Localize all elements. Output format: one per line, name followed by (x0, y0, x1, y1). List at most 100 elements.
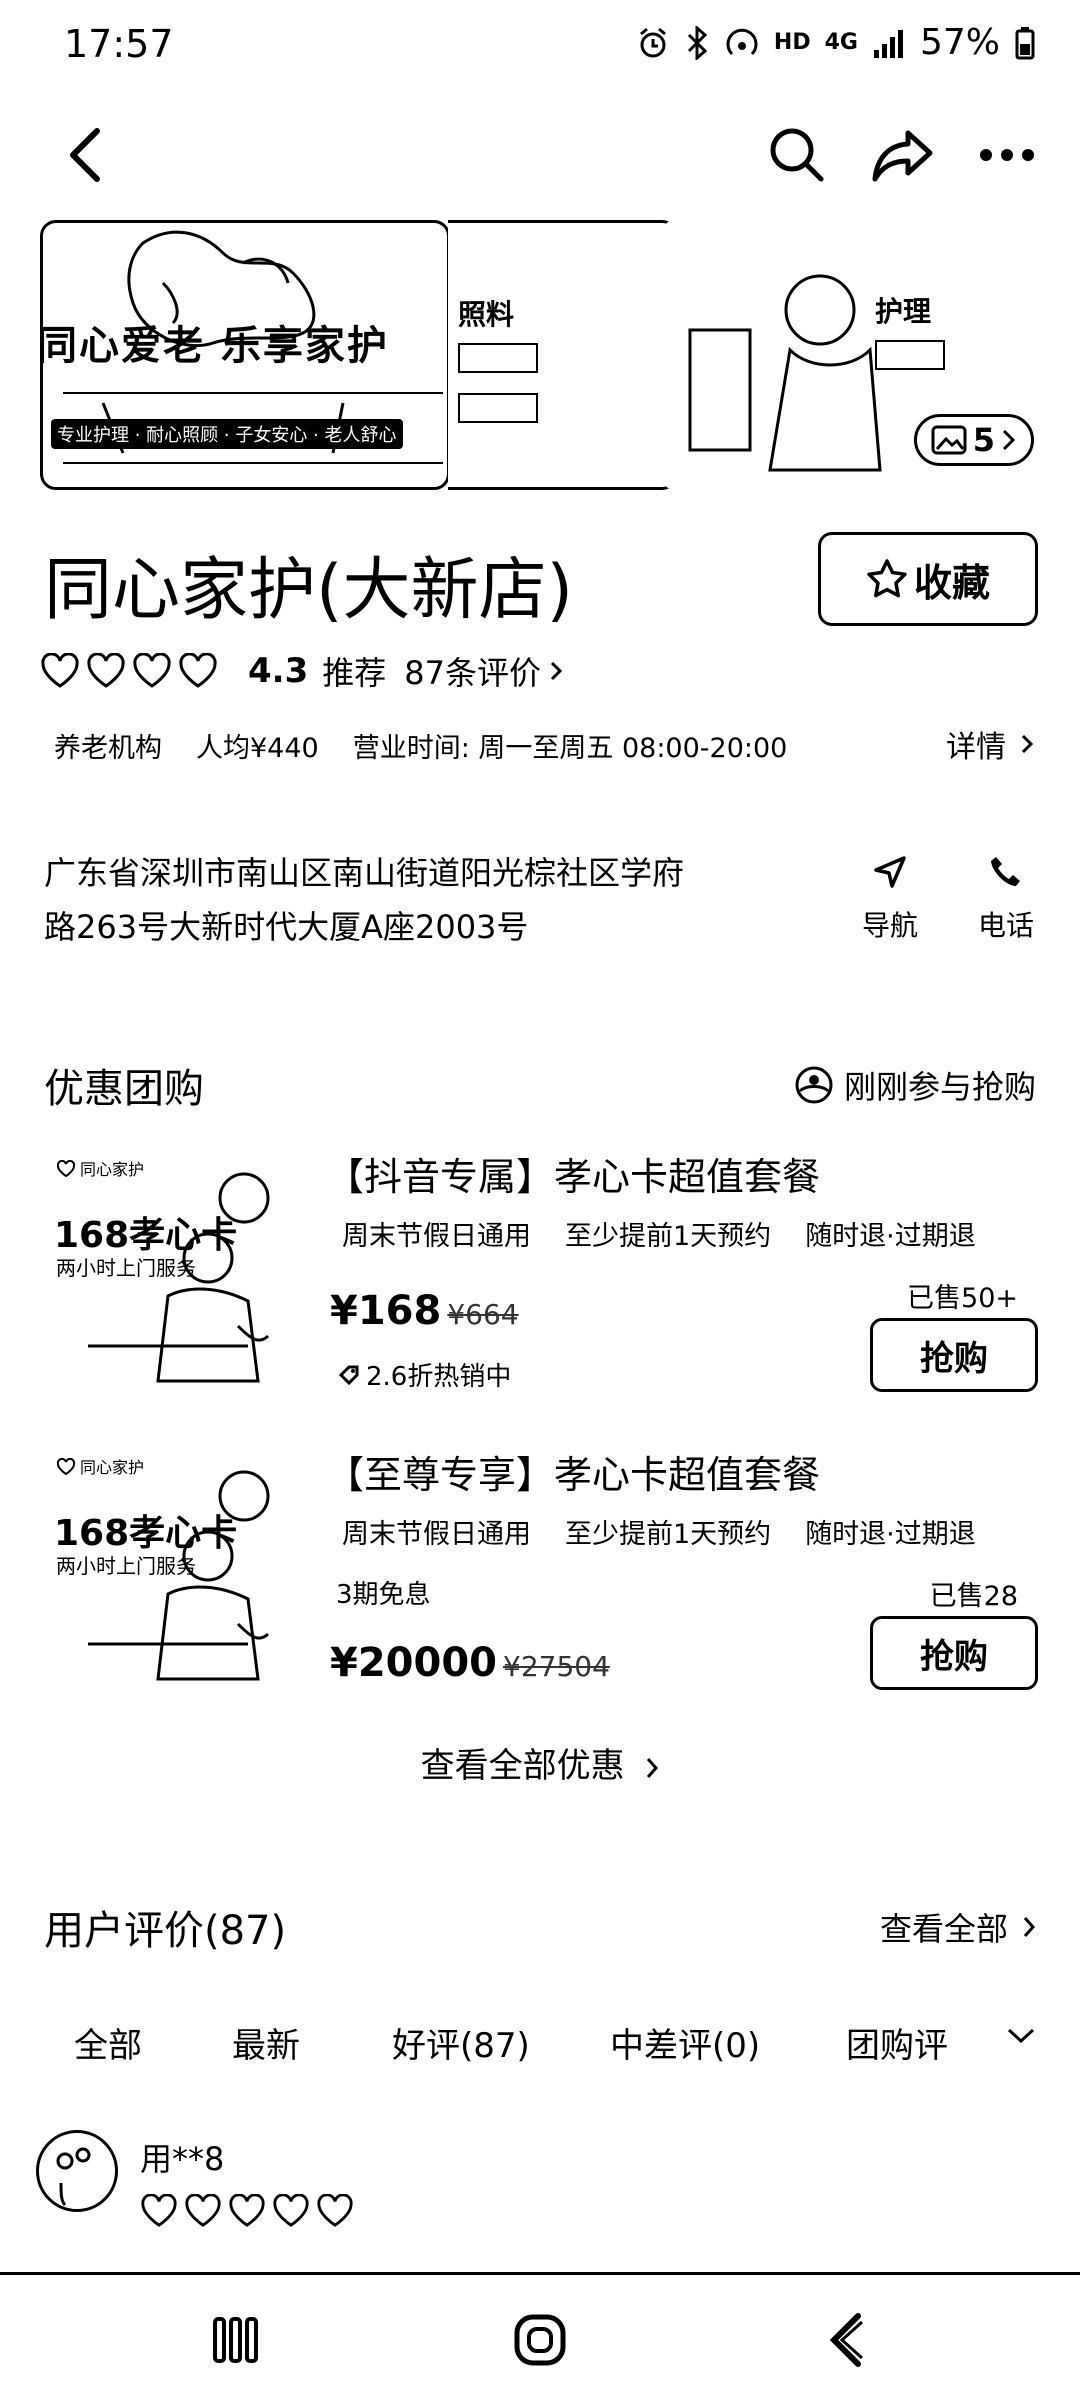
address[interactable]: 广东省深圳市南山区南山街道阳光棕社区学府 路263号大新时代大厦A座2003号 (44, 846, 764, 954)
status-bar: 17:57 HD 4G 57% (0, 0, 1080, 95)
heart-icon (87, 653, 125, 688)
category: 养老机构 (54, 733, 162, 764)
deal-title: 【至尊专享】孝心卡超值套餐 (326, 1453, 821, 1497)
more-button[interactable] (962, 100, 1052, 210)
chevron-right-icon (647, 1757, 659, 1778)
heart-icon (179, 653, 217, 688)
favorite-button[interactable]: 收藏 (818, 532, 1038, 626)
search-button[interactable] (752, 100, 842, 210)
card-label: 照料 (458, 298, 515, 331)
detail-link[interactable]: 详情 (946, 722, 1034, 766)
back-arrow-icon (70, 128, 100, 182)
phone-icon (991, 857, 1020, 886)
image-icon (931, 425, 967, 455)
grab-button[interactable]: 抢购 (870, 1318, 1038, 1392)
share-button[interactable] (858, 100, 948, 210)
tabs-expand-button[interactable] (1006, 2026, 1036, 2050)
grab-button[interactable]: 抢购 (870, 1616, 1038, 1690)
address-line-2: 路263号大新时代大厦A座2003号 (44, 908, 529, 946)
review-item[interactable]: 用**8 (36, 2124, 1044, 2244)
deal-thumbnail: 同心家护 168孝心卡 两小时上门服务 (48, 1444, 298, 1694)
back-button[interactable] (40, 100, 130, 210)
deal-tag: 周末节假日通用 (342, 1519, 531, 1550)
recent-buy-text: 刚刚参与抢购 (843, 1068, 1036, 1106)
deal-card[interactable]: 同心家护 168孝心卡 两小时上门服务 【抖音专属】孝心卡超值套餐 周末节假日通… (0, 1146, 1080, 1416)
reviews-view-all-label: 查看全部 (879, 1910, 1008, 1948)
deal-price: ¥20000 ¥27504 (330, 1640, 610, 1686)
deal-tag: 随时退·过期退 (805, 1519, 976, 1550)
form-box (875, 340, 945, 370)
shop-name: 同心家护(大新店) (44, 551, 574, 630)
deals-section-title: 优惠团购 (44, 1066, 204, 1112)
current-price: ¥20000 (330, 1640, 497, 1686)
deal-tag: 至少提前1天预约 (565, 1519, 772, 1550)
form-box (458, 343, 538, 373)
reviewer-name: 用**8 (140, 2140, 225, 2178)
photo-gallery[interactable]: 同心爱老 乐享家护 专业护理 · 耐心照顾 · 子女安心 · 老人舒心 照料 护… (0, 214, 1080, 494)
average-price: 人均¥440 (196, 733, 319, 764)
navigate-button[interactable]: 导航 (840, 850, 940, 944)
original-price: ¥27504 (503, 1650, 610, 1683)
shop-info-row: 养老机构 人均¥440 营业时间: 周一至周五 08:00-20:00 (54, 726, 787, 765)
tag-icon (338, 1365, 359, 1385)
status-icons: HD 4G 57% (636, 22, 1036, 63)
home-button[interactable] (500, 2305, 580, 2375)
review-count-link[interactable]: 87条评价 (404, 648, 563, 694)
review-filter-tabs: 全部 最新 好评(87) 中差评(0) 团购评 (0, 2018, 1080, 2078)
heart-icon (185, 2194, 221, 2227)
form-box (458, 393, 538, 423)
gallery-photo-1[interactable]: 同心爱老 乐享家护 专业护理 · 耐心照顾 · 子女安心 · 老人舒心 (40, 220, 450, 490)
tab-latest[interactable]: 最新 (232, 2018, 300, 2067)
banner-tags: 专业护理 · 耐心照顾 · 子女安心 · 老人舒心 (51, 419, 403, 449)
system-nav-bar (0, 2272, 1080, 2400)
original-price: ¥664 (447, 1298, 519, 1331)
phone-button[interactable]: 电话 (956, 850, 1056, 944)
chevron-right-icon (1023, 1917, 1036, 1937)
gallery-photo-2[interactable]: 照料 (448, 220, 678, 490)
tab-all[interactable]: 全部 (74, 2018, 142, 2067)
deal-tags: 周末节假日通用 至少提前1天预约 随时退·过期退 (342, 1512, 976, 1551)
signal-type: 4G (824, 30, 858, 55)
system-back-button[interactable] (806, 2305, 886, 2375)
business-hours: 营业时间: 周一至周五 08:00-20:00 (352, 733, 788, 764)
tab-positive[interactable]: 好评(87) (392, 2018, 530, 2067)
view-all-deals-label: 查看全部优惠 (420, 1746, 625, 1786)
heart-icon (133, 653, 171, 688)
heart-icon (317, 2194, 353, 2227)
back-chevron-icon (829, 2313, 864, 2367)
home-icon (514, 2314, 566, 2366)
avatar-icon (795, 1066, 833, 1104)
deal-sold: 已售50+ (907, 1283, 1018, 1314)
status-time: 17:57 (64, 22, 174, 66)
view-all-deals-link[interactable]: 查看全部优惠 (0, 1738, 1080, 1787)
recent-buy-indicator: 刚刚参与抢购 (794, 1062, 1036, 1108)
heart-icon (229, 2194, 265, 2227)
battery-percent: 57% (919, 22, 1000, 63)
heart-icon (141, 2194, 177, 2227)
caregiver-photo (88, 1470, 270, 1681)
alarm-icon (639, 27, 666, 57)
reviews-view-all[interactable]: 查看全部 (880, 1904, 1036, 1950)
deal-tags: 周末节假日通用 至少提前1天预约 随时退·过期退 (342, 1214, 976, 1253)
recent-apps-button[interactable] (196, 2305, 276, 2375)
top-nav (0, 100, 1080, 210)
installment-label: 3期免息 (336, 1580, 431, 1610)
chevron-right-icon (1002, 429, 1016, 451)
share-icon (872, 130, 933, 182)
tab-group-buy[interactable]: 团购评 (846, 2018, 956, 2067)
signal-icon (873, 29, 903, 58)
photo-count-badge[interactable]: 5 (913, 414, 1034, 466)
rating-hearts (40, 653, 218, 689)
network-type: HD (773, 30, 811, 55)
deal-note: 2.6折热销中 (338, 1356, 511, 1393)
chevron-right-icon (550, 661, 563, 681)
tab-negative[interactable]: 中差评(0) (610, 2018, 760, 2067)
more-icon (980, 149, 1034, 161)
deal-tag: 周末节假日通用 (342, 1221, 531, 1252)
navigation-arrow-icon (874, 856, 906, 888)
phone-label: 电话 (977, 909, 1034, 942)
chevron-right-icon (1021, 734, 1034, 754)
search-icon (770, 128, 824, 182)
chevron-down-icon (1007, 2028, 1035, 2044)
deal-card[interactable]: 同心家护 168孝心卡 两小时上门服务 【至尊专享】孝心卡超值套餐 周末节假日通… (0, 1444, 1080, 1714)
